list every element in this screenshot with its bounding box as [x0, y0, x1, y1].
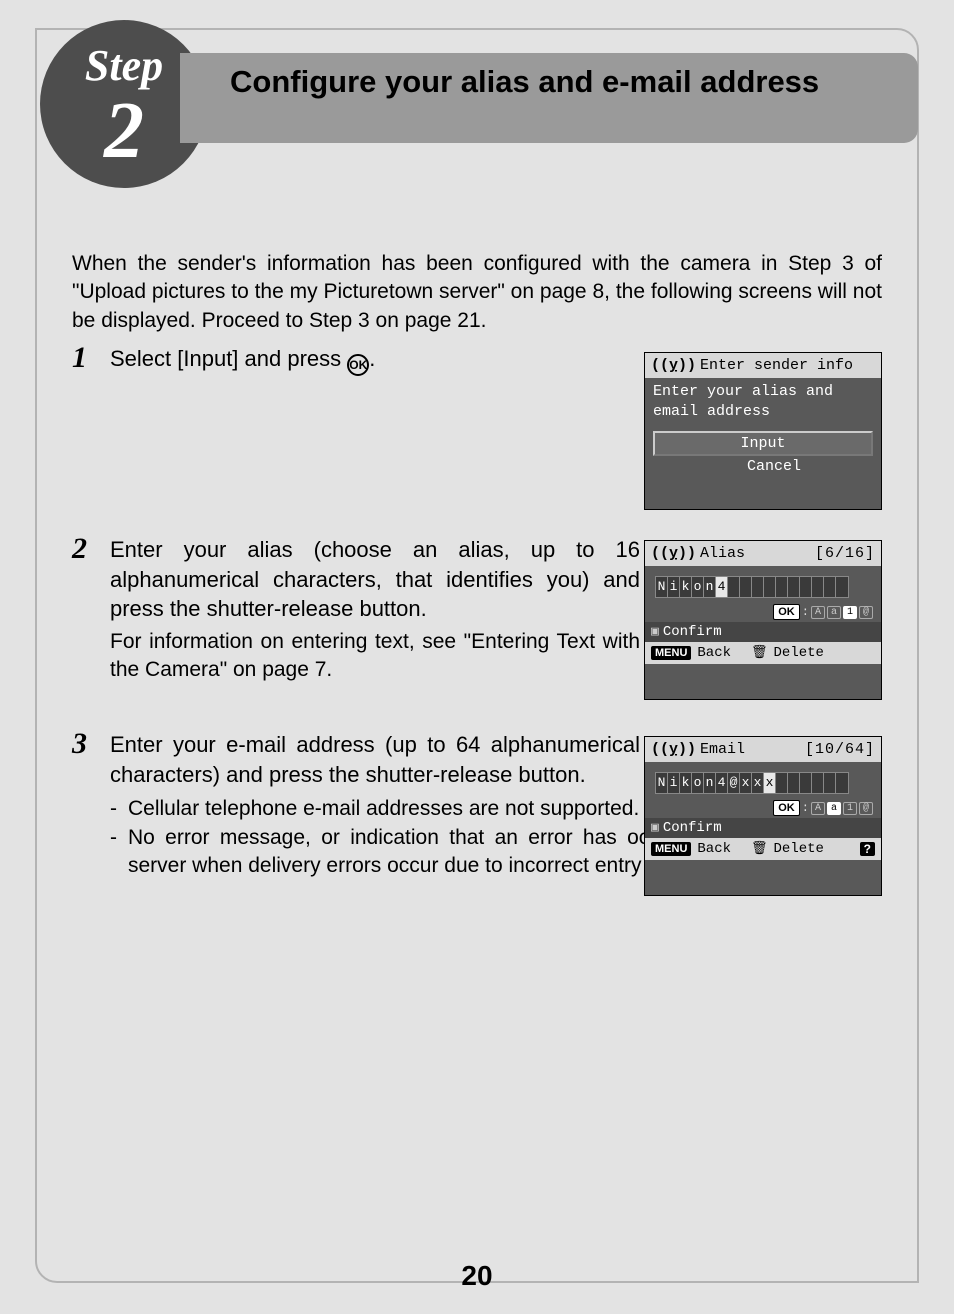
lcd1-header: ((ỵ)) Enter sender info: [645, 353, 881, 378]
lcd2-confirm-bar: Confirm: [645, 622, 881, 642]
char-cell: [752, 577, 764, 597]
mode-lower-icon: a: [827, 606, 841, 619]
char-cell: [776, 577, 788, 597]
antenna-icon: ((ỵ)): [651, 741, 696, 758]
antenna-icon: ((ỵ)): [651, 357, 696, 374]
lcd2-confirm-text: Confirm: [663, 624, 722, 640]
menu-tag: MENU: [651, 646, 691, 660]
char-cell: [800, 577, 812, 597]
lcd1-cancel-button: Cancel: [675, 458, 873, 475]
trash-icon: [751, 841, 768, 857]
char-cell: k: [680, 577, 692, 597]
lcd1-msg-line2: email address: [653, 402, 873, 422]
mode-symbol-icon: @: [859, 802, 873, 815]
page-number: 20: [0, 1260, 954, 1292]
char-cell: x: [740, 773, 752, 793]
trash-icon: [751, 645, 768, 661]
mode-lower-icon: a: [827, 802, 841, 815]
lcd1-input-button: Input: [653, 431, 873, 456]
lcd3-delete-text: Delete: [774, 841, 824, 857]
ok-tag: OK: [773, 604, 800, 620]
antenna-icon: ((ỵ)): [651, 545, 696, 562]
char-cell: 4: [716, 773, 728, 793]
mode-num-icon: 1: [843, 802, 857, 815]
char-cell: o: [692, 773, 704, 793]
page-title: Configure your alias and e-mail address: [180, 53, 918, 143]
instruction-2-sub: For information on entering text, see "E…: [110, 628, 640, 685]
char-cell: i: [668, 773, 680, 793]
bullet-dash: -: [110, 824, 128, 881]
lcd3-confirm-text: Confirm: [663, 820, 722, 836]
lcd2-back-text: Back: [697, 645, 731, 661]
lcd3-counter: [10/64]: [805, 741, 875, 758]
lcd2-header: ((ỵ)) Alias [6/16]: [645, 541, 881, 566]
lcd3-char-grid: Nikon4@xxx: [655, 772, 849, 794]
mode-symbol-icon: @: [859, 606, 873, 619]
mode-num-icon: 1: [843, 606, 857, 619]
char-cell: [812, 577, 824, 597]
bullet-dash: -: [110, 795, 128, 823]
lcd1-msg-line1: Enter your alias and: [653, 382, 873, 402]
char-cell: 4: [716, 577, 728, 597]
mode-upper-icon: A: [811, 802, 825, 815]
char-cell: [824, 773, 836, 793]
ok-tag: OK: [773, 800, 800, 816]
lcd2-header-text: Alias: [700, 545, 745, 562]
lcd3-back-text: Back: [697, 841, 731, 857]
char-cell: x: [764, 773, 776, 793]
char-cell: [776, 773, 788, 793]
instruction-1-number: 1: [72, 341, 87, 375]
lcd2-delete-text: Delete: [774, 645, 824, 661]
char-cell: [836, 577, 848, 597]
camera-screen-sender-info: ((ỵ)) Enter sender info Enter your alias…: [644, 352, 882, 510]
char-cell: [728, 577, 740, 597]
mode-upper-icon: A: [811, 606, 825, 619]
help-icon: ?: [860, 842, 875, 856]
char-cell: n: [704, 773, 716, 793]
lcd2-char-grid: Nikon4: [655, 576, 849, 598]
char-cell: i: [668, 577, 680, 597]
char-cell: n: [704, 577, 716, 597]
camera-screen-alias: ((ỵ)) Alias [6/16] Nikon4 OK: A a 1 @ Co…: [644, 540, 882, 700]
lcd3-mode-row: OK: A a 1 @: [645, 798, 881, 818]
instruction-3-number: 3: [72, 727, 87, 761]
lcd3-input-area: Nikon4@xxx: [645, 762, 881, 798]
lcd3-header-text: Email: [700, 741, 745, 758]
char-cell: [824, 577, 836, 597]
char-cell: @: [728, 773, 740, 793]
lcd3-header: ((ỵ)) Email [10/64]: [645, 737, 881, 762]
char-cell: [812, 773, 824, 793]
instruction-1-text-after: .: [369, 346, 375, 371]
char-cell: [800, 773, 812, 793]
instruction-1-text-before: Select [Input] and press: [110, 346, 347, 371]
ok-button-icon: OK: [347, 354, 369, 376]
lcd2-mode-row: OK: A a 1 @: [645, 602, 881, 622]
intro-text: When the sender's information has been c…: [72, 250, 882, 335]
menu-tag: MENU: [651, 842, 691, 856]
lcd2-counter: [6/16]: [815, 545, 875, 562]
lcd2-bottom-bar: MENU Back Delete: [645, 642, 881, 664]
lcd3-bottom-bar: MENU Back Delete ?: [645, 838, 881, 860]
shutter-icon: [651, 820, 659, 836]
char-cell: k: [680, 773, 692, 793]
char-cell: [788, 773, 800, 793]
lcd1-message: Enter your alias and email address: [645, 378, 881, 425]
char-cell: N: [656, 773, 668, 793]
char-cell: [836, 773, 848, 793]
shutter-icon: [651, 624, 659, 640]
camera-screen-email: ((ỵ)) Email [10/64] Nikon4@xxx OK: A a 1…: [644, 736, 882, 896]
char-cell: [788, 577, 800, 597]
char-cell: [740, 577, 752, 597]
instruction-2-number: 2: [72, 532, 87, 566]
lcd2-input-area: Nikon4: [645, 566, 881, 602]
instruction-2-main: Enter your alias (choose an alias, up to…: [110, 535, 640, 624]
char-cell: o: [692, 577, 704, 597]
char-cell: x: [752, 773, 764, 793]
char-cell: N: [656, 577, 668, 597]
lcd1-header-text: Enter sender info: [700, 357, 853, 374]
instruction-3-main: Enter your e-mail address (up to 64 alph…: [110, 730, 640, 789]
lcd3-confirm-bar: Confirm: [645, 818, 881, 838]
char-cell: [764, 577, 776, 597]
